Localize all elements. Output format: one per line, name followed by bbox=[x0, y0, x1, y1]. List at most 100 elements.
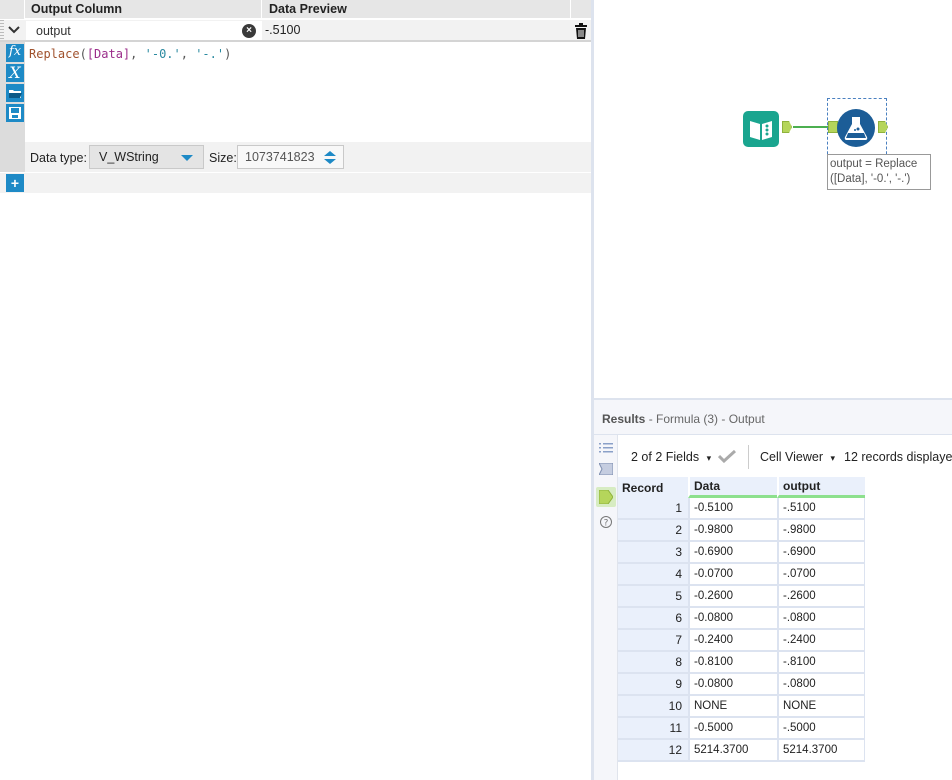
output-cell[interactable]: -.5100 bbox=[777, 498, 865, 520]
record-cell[interactable]: 8 bbox=[618, 652, 688, 674]
expr-arg-replace: '-.' bbox=[195, 47, 225, 61]
header-gutter bbox=[0, 0, 25, 19]
add-field-button[interactable]: + bbox=[6, 174, 24, 192]
clear-icon[interactable]: × bbox=[242, 24, 256, 38]
output-cell[interactable]: -.6900 bbox=[777, 542, 865, 564]
record-cell[interactable]: 11 bbox=[618, 718, 688, 740]
dropdown-caret-icon: ▾ bbox=[706, 453, 712, 463]
fx-icon[interactable]: fx bbox=[6, 44, 24, 62]
expr-arg-find: '-0.' bbox=[144, 47, 181, 61]
header-data-preview: Data Preview bbox=[263, 0, 571, 19]
header-output[interactable]: output bbox=[777, 477, 865, 498]
table-row: 11 -0.5000 -.5000 bbox=[618, 718, 865, 740]
record-cell[interactable]: 2 bbox=[618, 520, 688, 542]
output-cell[interactable]: 5214.3700 bbox=[777, 740, 865, 762]
expr-function: Replace bbox=[29, 47, 80, 61]
output-cell[interactable]: -.2400 bbox=[777, 630, 865, 652]
size-input[interactable]: 1073741823 bbox=[237, 145, 344, 169]
output-cell[interactable]: -.8100 bbox=[777, 652, 865, 674]
record-cell[interactable]: 1 bbox=[618, 498, 688, 520]
output-cell[interactable]: -.0700 bbox=[777, 564, 865, 586]
input-anchor-icon[interactable] bbox=[599, 463, 613, 475]
add-field-row: + bbox=[0, 173, 592, 193]
output-anchor-button[interactable] bbox=[596, 487, 616, 507]
table-row: 6 -0.0800 -.0800 bbox=[618, 608, 865, 630]
size-label: Size: bbox=[209, 151, 237, 165]
delete-trash-icon[interactable] bbox=[573, 22, 589, 40]
row-drag-handle[interactable] bbox=[0, 20, 4, 40]
record-cell[interactable]: 12 bbox=[618, 740, 688, 762]
workflow-canvas[interactable]: output = Replace ([Data], '-0.', '-.') bbox=[594, 0, 952, 398]
data-cell[interactable]: -0.0800 bbox=[688, 608, 777, 630]
data-cell[interactable]: -0.0700 bbox=[688, 564, 777, 586]
record-cell[interactable]: 4 bbox=[618, 564, 688, 586]
header-record[interactable]: Record bbox=[618, 477, 688, 498]
data-cell[interactable]: NONE bbox=[688, 696, 777, 718]
data-cell[interactable]: -0.8100 bbox=[688, 652, 777, 674]
output-cell[interactable]: -.9800 bbox=[777, 520, 865, 542]
data-cell[interactable]: -0.2400 bbox=[688, 630, 777, 652]
fields-label: 2 of 2 Fields bbox=[631, 450, 700, 464]
data-type-label: Data type: bbox=[30, 151, 87, 165]
data-cell[interactable]: -0.9800 bbox=[688, 520, 777, 542]
table-row: 4 -0.0700 -.0700 bbox=[618, 564, 865, 586]
size-value: 1073741823 bbox=[245, 150, 315, 164]
expr-sep: , bbox=[130, 47, 145, 61]
table-row: 7 -0.2400 -.2400 bbox=[618, 630, 865, 652]
flask-icon bbox=[844, 117, 868, 140]
data-cell[interactable]: -0.5100 bbox=[688, 498, 777, 520]
data-cell[interactable]: -0.2600 bbox=[688, 586, 777, 608]
expression-editor[interactable]: Replace([Data], '-0.', '-.') bbox=[25, 42, 591, 142]
open-folder-icon[interactable] bbox=[6, 84, 24, 102]
table-row: 1 -0.5100 -.5100 bbox=[618, 498, 865, 520]
output-anchor-icon bbox=[599, 490, 613, 504]
cell-viewer-selector[interactable]: Cell Viewer ▾ bbox=[760, 450, 835, 464]
fields-selector[interactable]: 2 of 2 Fields ▾ bbox=[631, 450, 711, 464]
record-cell[interactable]: 7 bbox=[618, 630, 688, 652]
output-cell[interactable]: -.5000 bbox=[777, 718, 865, 740]
checkmark-icon[interactable] bbox=[718, 449, 736, 463]
data-type-select[interactable]: V_WString bbox=[89, 145, 204, 169]
record-cell[interactable]: 9 bbox=[618, 674, 688, 696]
formula-row: × -.5100 bbox=[0, 20, 592, 42]
results-title-bold: Results bbox=[602, 412, 646, 426]
table-row: 10 NONE NONE bbox=[618, 696, 865, 718]
output-anchor[interactable] bbox=[782, 121, 792, 133]
records-count: 12 records displayed bbox=[844, 450, 952, 464]
results-grid: Record Data output 1 -0.5100 -.5100 2 -0.980… bbox=[618, 477, 865, 762]
formula-config-pane: Output Column Data Preview × -.5100 fx X… bbox=[0, 0, 592, 780]
save-disk-icon[interactable] bbox=[6, 104, 24, 122]
record-cell[interactable]: 10 bbox=[618, 696, 688, 718]
annotation-line1: output = Replace bbox=[830, 158, 918, 170]
size-spinner-icon[interactable] bbox=[318, 148, 342, 166]
table-row: 9 -0.0800 -.0800 bbox=[618, 674, 865, 696]
data-cell[interactable]: -0.0800 bbox=[688, 674, 777, 696]
table-row: 8 -0.8100 -.8100 bbox=[618, 652, 865, 674]
output-column-input[interactable] bbox=[26, 21, 262, 40]
table-row: 3 -0.6900 -.6900 bbox=[618, 542, 865, 564]
formula-tool[interactable] bbox=[837, 109, 875, 147]
output-cell[interactable]: -.0800 bbox=[777, 608, 865, 630]
output-cell[interactable]: NONE bbox=[777, 696, 865, 718]
data-cell[interactable]: -0.5000 bbox=[688, 718, 777, 740]
list-icon[interactable] bbox=[599, 442, 613, 454]
data-cell[interactable]: -0.6900 bbox=[688, 542, 777, 564]
data-cell[interactable]: 5214.3700 bbox=[688, 740, 777, 762]
dropdown-caret-icon bbox=[181, 155, 193, 161]
output-cell[interactable]: -.2600 bbox=[777, 586, 865, 608]
tool-annotation: output = Replace ([Data], '-0.', '-.') bbox=[827, 154, 931, 190]
header-data[interactable]: Data bbox=[688, 477, 777, 498]
help-icon[interactable]: ? bbox=[599, 515, 613, 529]
results-side-toolbar: ? bbox=[594, 435, 618, 780]
output-cell[interactable]: -.0800 bbox=[777, 674, 865, 696]
record-cell[interactable]: 3 bbox=[618, 542, 688, 564]
data-type-bar: Data type: V_WString Size: 1073741823 bbox=[25, 142, 591, 172]
record-cell[interactable]: 6 bbox=[618, 608, 688, 630]
record-cell[interactable]: 5 bbox=[618, 586, 688, 608]
collapse-chevron-icon[interactable] bbox=[6, 22, 22, 38]
toolbar-separator bbox=[748, 445, 749, 469]
input-data-tool[interactable] bbox=[743, 111, 779, 147]
variable-x-icon[interactable]: X bbox=[6, 64, 24, 82]
expression-side-toolbar: fx X bbox=[0, 42, 25, 172]
expr-close-paren: ) bbox=[224, 47, 232, 61]
